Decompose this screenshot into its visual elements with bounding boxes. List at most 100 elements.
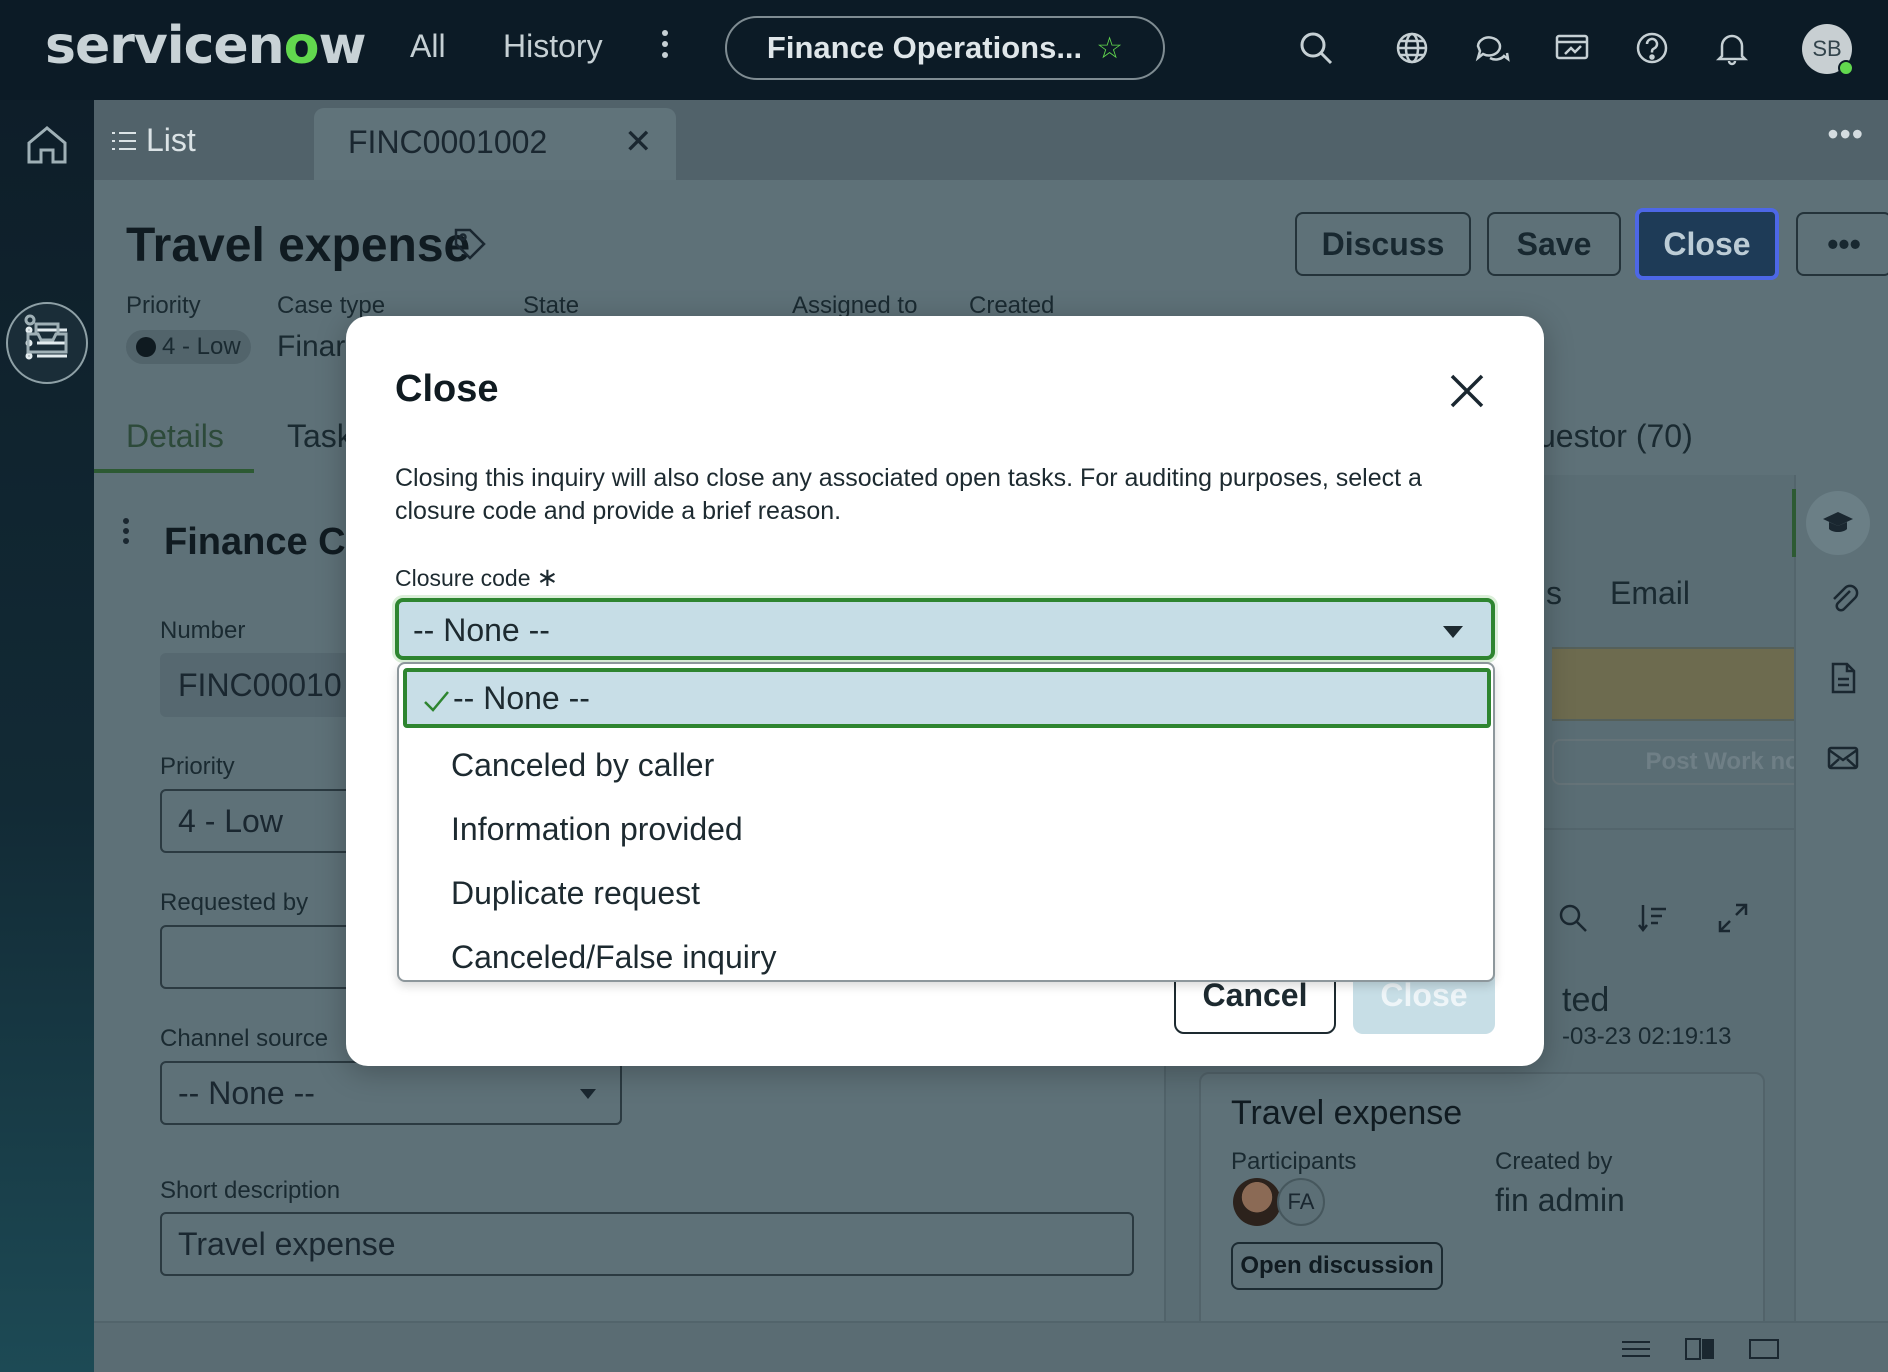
- option-label: Duplicate request: [451, 874, 701, 911]
- discussion-card: Travel expense Participants Created by F…: [1199, 1072, 1765, 1332]
- close-button[interactable]: Close: [1635, 208, 1779, 280]
- nav-history[interactable]: History: [503, 28, 603, 65]
- side-tools-strip: [1792, 475, 1888, 1321]
- tab-tasks[interactable]: Task: [287, 418, 353, 455]
- tab-case-record[interactable]: FINC0001002 ✕: [314, 108, 676, 180]
- page-title: Travel expense: [126, 219, 471, 272]
- chat-icon[interactable]: [1472, 28, 1512, 68]
- online-status-dot: [1838, 60, 1854, 76]
- active-tool-indicator: [1792, 489, 1796, 557]
- tab-list-label: List: [146, 122, 196, 158]
- tab-case-label: FINC0001002: [348, 124, 548, 160]
- layout-full-icon[interactable]: [1748, 1335, 1780, 1363]
- section-menu-icon[interactable]: [122, 517, 130, 553]
- tag-icon[interactable]: [452, 226, 488, 262]
- open-discussion-button[interactable]: Open discussion: [1231, 1242, 1443, 1290]
- option-label: -- None --: [453, 679, 590, 716]
- dialog-title: Close: [395, 368, 499, 410]
- close-tab-icon[interactable]: ✕: [624, 122, 653, 162]
- expand-icon[interactable]: [1716, 901, 1750, 935]
- list-lines-icon: [112, 131, 136, 150]
- priority-chip: 4 - Low: [126, 330, 251, 364]
- help-icon[interactable]: [1632, 28, 1672, 68]
- participants-label: Participants: [1231, 1148, 1357, 1175]
- channel-source-label: Channel source: [160, 1025, 329, 1052]
- closure-code-options: -- None -- Canceled by caller Informatio…: [397, 662, 1495, 982]
- discussion-title: Travel expense: [1231, 1094, 1463, 1132]
- left-rail: [0, 100, 94, 1372]
- activity-created-date: -03-23 02:19:13: [1562, 1023, 1732, 1050]
- active-tab-underline: [94, 469, 254, 473]
- number-label: Number: [160, 617, 246, 644]
- closure-code-label-text: Closure code: [395, 565, 531, 591]
- globe-icon[interactable]: [1392, 28, 1432, 68]
- section-title: Finance Ca: [164, 521, 367, 563]
- priority-label: Priority: [126, 292, 201, 319]
- created-by-value: fin admin: [1495, 1182, 1625, 1218]
- tabs-bar: List FINC0001002 ✕ •••: [94, 100, 1888, 180]
- screen-share-icon[interactable]: [1552, 28, 1592, 68]
- short-description-label: Short description: [160, 1177, 341, 1204]
- user-avatar[interactable]: SB: [1802, 24, 1854, 76]
- nav-all[interactable]: All: [410, 28, 446, 65]
- save-button[interactable]: Save: [1487, 212, 1621, 276]
- short-description-field[interactable]: Travel expense: [160, 1212, 1134, 1276]
- check-icon: [424, 691, 449, 712]
- search-icon[interactable]: [1556, 901, 1590, 935]
- learning-tool-button[interactable]: [1806, 491, 1870, 555]
- activity-created-title: ted: [1562, 981, 1610, 1019]
- sort-icon[interactable]: [1636, 901, 1670, 935]
- option-canceled-false-inquiry[interactable]: Canceled/False inquiry: [399, 926, 1493, 988]
- tab-activity-partial[interactable]: s: [1546, 575, 1562, 612]
- tab-requestor[interactable]: uestor (70): [1538, 418, 1693, 455]
- channel-source-select[interactable]: -- None --: [160, 1061, 622, 1125]
- closure-code-label: Closure code ∗: [395, 562, 558, 593]
- workspace-selector[interactable]: Finance Operations... ☆: [725, 16, 1165, 80]
- star-icon[interactable]: ☆: [1096, 31, 1123, 66]
- tab-details[interactable]: Details: [126, 418, 224, 455]
- option-label: Canceled/False inquiry: [451, 938, 777, 975]
- servicenow-logo[interactable]: servicenow: [45, 16, 366, 76]
- option-duplicate-request[interactable]: Duplicate request: [399, 862, 1493, 924]
- tab-email[interactable]: Email: [1610, 575, 1690, 612]
- header-more-button[interactable]: •••: [1796, 212, 1888, 276]
- chevron-down-icon: [580, 1089, 596, 1099]
- document-icon[interactable]: [1826, 661, 1860, 695]
- closure-code-value: -- None --: [413, 612, 550, 648]
- channel-source-value: -- None --: [178, 1074, 315, 1111]
- graduation-cap-icon: [1823, 512, 1853, 532]
- chevron-down-icon: [1443, 626, 1463, 638]
- layout-split-icon[interactable]: [1684, 1335, 1716, 1363]
- case-type-value: Finar: [277, 330, 346, 363]
- required-asterisk: ∗: [536, 562, 559, 592]
- option-label: Information provided: [451, 810, 743, 847]
- closure-code-select[interactable]: -- None --: [395, 598, 1495, 660]
- layout-list-icon[interactable]: [1620, 1335, 1652, 1363]
- inbox-icon[interactable]: [22, 312, 72, 362]
- logo-text: servicen: [45, 16, 285, 76]
- tab-list[interactable]: List: [112, 122, 196, 159]
- bell-icon[interactable]: [1712, 28, 1752, 68]
- bottom-layout-bar: [94, 1321, 1888, 1372]
- priority-chip-value: 4 - Low: [162, 333, 241, 360]
- option-none[interactable]: -- None --: [403, 668, 1491, 728]
- participant-avatar-initials: FA: [1277, 1178, 1325, 1226]
- email-template-icon[interactable]: [1826, 741, 1860, 775]
- tabs-more-icon[interactable]: •••: [1827, 116, 1864, 153]
- option-canceled-by-caller[interactable]: Canceled by caller: [399, 734, 1493, 796]
- workspace-title: Finance Operations...: [766, 30, 1083, 65]
- home-icon[interactable]: [22, 120, 72, 170]
- nav-more-icon[interactable]: [660, 28, 670, 68]
- top-navigation-bar: servicenow All History Finance Operation…: [0, 0, 1888, 100]
- option-information-provided[interactable]: Information provided: [399, 798, 1493, 860]
- close-dialog-icon[interactable]: [1444, 368, 1490, 414]
- participant-avatar: [1233, 1178, 1281, 1226]
- search-icon[interactable]: [1296, 28, 1336, 68]
- requested-by-label: Requested by: [160, 889, 309, 916]
- discuss-button[interactable]: Discuss: [1295, 212, 1471, 276]
- option-label: Canceled by caller: [451, 746, 715, 783]
- dialog-description: Closing this inquiry will also close any…: [395, 464, 1422, 525]
- logo-text-end: w: [318, 16, 366, 76]
- priority-dot: [136, 337, 156, 357]
- attachment-icon[interactable]: [1826, 581, 1860, 615]
